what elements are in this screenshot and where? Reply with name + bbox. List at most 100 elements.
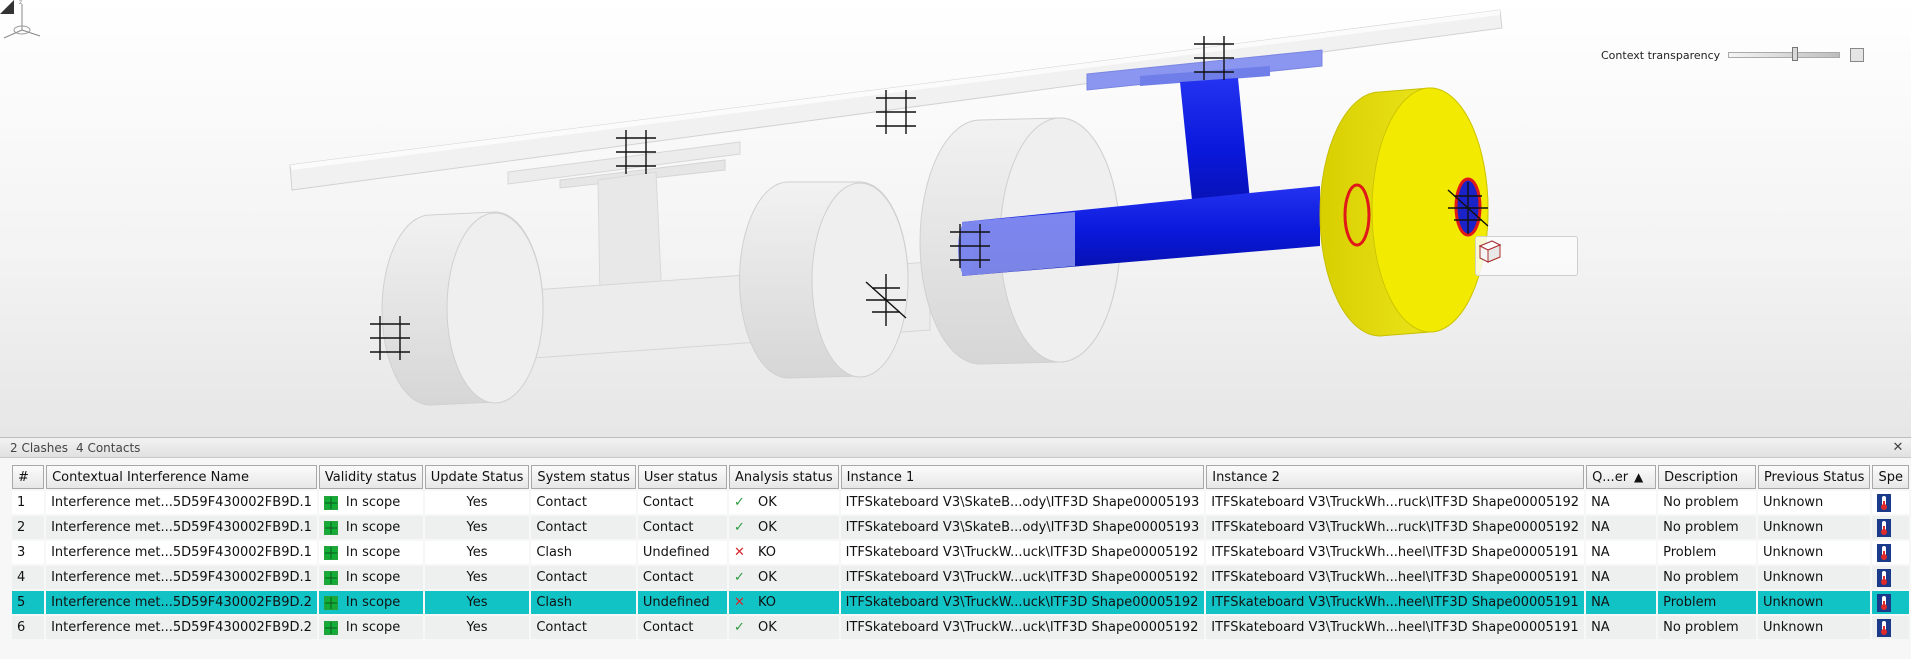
skateboard-model[interactable]	[0, 0, 1911, 437]
cell-number: 5	[12, 591, 45, 614]
cell-name: Interference met...5D59F430002FB9D.2	[46, 591, 317, 614]
cell-instance1: ITFSkateboard V3\SkateB...ody\ITF3D Shap…	[840, 516, 1205, 539]
cell-spe	[1872, 541, 1909, 564]
cell-analysis-text: OK	[757, 520, 777, 535]
context-transparency-slider-thumb[interactable]	[1792, 47, 1799, 61]
cell-analysis-text: OK	[757, 495, 777, 510]
front-right-wheel-clash[interactable]	[1319, 87, 1489, 337]
in-scope-icon	[323, 570, 338, 585]
cell-validity: In scope	[318, 491, 423, 514]
cell-description: No problem	[1658, 616, 1756, 639]
cell-spe	[1872, 591, 1909, 614]
analysis-status-icon: ✕	[733, 595, 745, 610]
thermometer-icon[interactable]	[1877, 618, 1892, 637]
cell-user: Contact	[637, 566, 727, 589]
cell-qualifier: NA	[1586, 591, 1657, 614]
cell-user: Contact	[637, 516, 727, 539]
skateboard-deck[interactable]	[289, 9, 1503, 191]
cell-analysis-text: KO	[757, 545, 777, 560]
cell-description: Problem	[1658, 541, 1756, 564]
rear-right-wheel[interactable]	[739, 181, 909, 379]
cell-system: Contact	[531, 516, 636, 539]
cell-update: Yes	[424, 516, 530, 539]
col-header-qualifier-label: Q...er	[1592, 469, 1629, 485]
thermometer-icon[interactable]	[1877, 543, 1892, 562]
col-header-name[interactable]: Contextual Interference Name	[46, 465, 317, 489]
thermometer-icon[interactable]	[1877, 518, 1892, 537]
context-transparency-control: Context transparency	[1601, 47, 1865, 63]
cell-user: Undefined	[637, 541, 727, 564]
col-header-analysis[interactable]: Analysis status	[728, 465, 839, 489]
col-header-validity[interactable]: Validity status	[318, 465, 423, 489]
col-header-number[interactable]: #	[12, 465, 45, 489]
cell-previous: Unknown	[1757, 591, 1871, 614]
3d-viewport[interactable]: Context transparency z	[0, 0, 1911, 437]
analysis-status-icon: ✓	[733, 520, 745, 535]
context-transparency-checkbox[interactable]	[1850, 48, 1865, 62]
table-row[interactable]: 1 Interference met...5D59F430002FB9D.1 I…	[12, 491, 1909, 514]
thermometer-icon[interactable]	[1877, 593, 1892, 612]
view-mode-toolbar	[1475, 236, 1578, 276]
cell-number: 1	[12, 491, 45, 514]
cell-instance2: ITFSkateboard V3\TruckWh...heel\ITF3D Sh…	[1206, 541, 1585, 564]
col-header-instance2[interactable]: Instance 2	[1206, 465, 1585, 489]
cell-validity-text: In scope	[345, 595, 401, 610]
context-transparency-slider[interactable]	[1728, 47, 1841, 61]
cell-update: Yes	[424, 616, 530, 639]
cell-validity: In scope	[318, 541, 423, 564]
cell-update: Yes	[424, 491, 530, 514]
cell-instance2: ITFSkateboard V3\TruckWh...ruck\ITF3D Sh…	[1206, 516, 1585, 539]
table-row[interactable]: 3 Interference met...5D59F430002FB9D.1 I…	[12, 541, 1909, 564]
col-header-update[interactable]: Update Status	[424, 465, 530, 489]
in-scope-icon	[323, 495, 338, 510]
cell-instance1: ITFSkateboard V3\TruckW...uck\ITF3D Shap…	[840, 566, 1205, 589]
cell-system: Clash	[531, 541, 636, 564]
cell-qualifier: NA	[1586, 566, 1657, 589]
sort-ascending-icon: ▲	[1634, 469, 1644, 484]
in-scope-icon	[323, 545, 338, 560]
cell-validity: In scope	[318, 566, 423, 589]
table-row[interactable]: 6 Interference met...5D59F430002FB9D.2 I…	[12, 616, 1909, 639]
cell-description: No problem	[1658, 516, 1756, 539]
cell-instance1: ITFSkateboard V3\TruckW...uck\ITF3D Shap…	[840, 616, 1205, 639]
edges-cube-icon[interactable]	[1476, 237, 1504, 265]
col-header-description[interactable]: Description	[1658, 465, 1756, 489]
table-row[interactable]: 2 Interference met...5D59F430002FB9D.1 I…	[12, 516, 1909, 539]
table-row[interactable]: 5 Interference met...5D59F430002FB9D.2 I…	[12, 591, 1909, 614]
cell-instance2: ITFSkateboard V3\TruckWh...ruck\ITF3D Sh…	[1206, 491, 1585, 514]
col-header-qualifier[interactable]: Q...er ▲	[1586, 465, 1657, 489]
cell-validity: In scope	[318, 516, 423, 539]
col-header-spe[interactable]: Spe	[1872, 465, 1909, 489]
contact-count: 4 Contacts	[76, 441, 141, 455]
cell-update: Yes	[424, 566, 530, 589]
cell-previous: Unknown	[1757, 516, 1871, 539]
cell-name: Interference met...5D59F430002FB9D.1	[46, 566, 317, 589]
analysis-status-icon: ✓	[733, 570, 745, 585]
cell-analysis-text: KO	[757, 595, 777, 610]
cell-number: 2	[12, 516, 45, 539]
cell-spe	[1872, 566, 1909, 589]
rear-left-wheel[interactable]	[381, 211, 544, 406]
cell-instance2: ITFSkateboard V3\TruckWh...heel\ITF3D Sh…	[1206, 616, 1585, 639]
cell-description: No problem	[1658, 491, 1756, 514]
col-header-user[interactable]: User status	[637, 465, 727, 489]
cell-spe	[1872, 516, 1909, 539]
table-row[interactable]: 4 Interference met...5D59F430002FB9D.1 I…	[12, 566, 1909, 589]
col-header-previous[interactable]: Previous Status	[1757, 465, 1871, 489]
col-header-instance1[interactable]: Instance 1	[840, 465, 1205, 489]
thermometer-icon[interactable]	[1877, 568, 1892, 587]
cell-previous: Unknown	[1757, 491, 1871, 514]
resize-grip-icon[interactable]	[0, 0, 14, 14]
interference-panel: 2 Clashes 4 Contacts ✕ # Contextual Inter…	[0, 437, 1911, 659]
col-header-system[interactable]: System status	[531, 465, 636, 489]
clash-count: 2 Clashes	[10, 441, 69, 455]
cell-instance1: ITFSkateboard V3\TruckW...uck\ITF3D Shap…	[840, 541, 1205, 564]
cell-qualifier: NA	[1586, 491, 1657, 514]
cell-update: Yes	[424, 541, 530, 564]
cell-analysis: ✓ OK	[728, 616, 839, 639]
cell-analysis-text: OK	[757, 620, 777, 635]
close-icon[interactable]: ✕	[1891, 438, 1905, 458]
cell-update: Yes	[424, 591, 530, 614]
thermometer-icon[interactable]	[1877, 493, 1892, 512]
cell-validity-text: In scope	[345, 620, 401, 635]
